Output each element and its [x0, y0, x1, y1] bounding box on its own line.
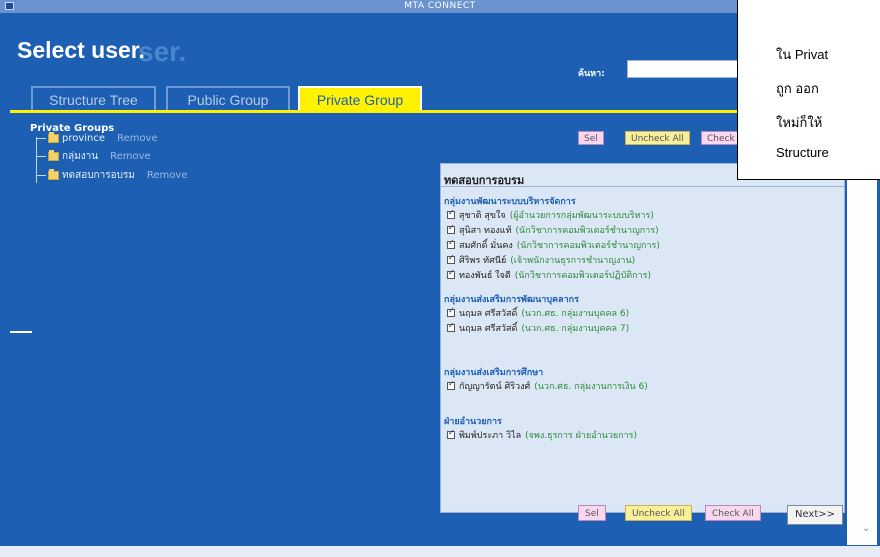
member-checkbox[interactable]: [447, 321, 455, 332]
member-name: สมศักดิ์ มั่นคง: [459, 241, 513, 251]
member-name: กัญญารัตน์ ศิริวงศ์: [459, 382, 531, 392]
member-checkbox[interactable]: [447, 268, 455, 279]
member-role: (นักวิชาการคอมพิวเตอร์ชำนาญการ): [516, 241, 660, 251]
remove-link[interactable]: Remove: [117, 133, 158, 144]
tree-branch-line: [36, 137, 46, 139]
member-name: สุชาติ สุขใจ: [459, 211, 506, 221]
group-label: กลุ่มงานส่งเสริมการศึกษา: [444, 368, 544, 378]
member-panel: ทดสอบการอบรม กลุ่มงานพัฒนาระบบบริหารจัดก…: [440, 163, 845, 513]
app-window: MTA CONNECT ser. Select user. ค้นหา: Str…: [0, 0, 880, 557]
help-tooltip: ใน Privat ถูก ออก ใหม่ก็ให้ Structure: [737, 0, 880, 180]
tooltip-line: ใหม่ก็ให้: [776, 115, 823, 130]
group-label: กลุ่มงานส่งเสริมการพัฒนาบุคลากร: [444, 295, 579, 305]
tree-branch-line: [36, 155, 46, 157]
member-checkbox[interactable]: [447, 306, 455, 317]
member-checkbox[interactable]: [447, 208, 455, 219]
status-strip: [0, 546, 880, 557]
tree-item-training[interactable]: ทดสอบการอบรม Remove: [36, 168, 188, 183]
uncheck-all-button[interactable]: Uncheck All: [625, 131, 690, 145]
tree-item-label[interactable]: province: [62, 133, 105, 144]
member-role: (ผู้อำนวยการกลุ่มพัฒนาระบบบริหาร): [509, 211, 654, 221]
tooltip-line: ใน Privat: [776, 47, 829, 62]
member-checkbox[interactable]: [447, 428, 455, 439]
tree-item-label[interactable]: ทดสอบการอบรม: [62, 168, 135, 183]
member-checkbox[interactable]: [447, 379, 455, 390]
member-name: พิมพ์ประภา วิไล: [459, 431, 522, 441]
member-role: (นวก.ศธ. กลุ่มงานบุคคล 6): [521, 309, 630, 319]
member-checkbox[interactable]: [447, 238, 455, 249]
window-menu-icon[interactable]: [5, 2, 14, 10]
page-title: Select user.: [17, 37, 145, 63]
tree-item-province[interactable]: province Remove: [36, 131, 158, 144]
member-row[interactable]: กัญญารัตน์ ศิริวงศ์ (นวก.ศธ. กลุ่มงานการ…: [447, 379, 648, 393]
search-input[interactable]: [627, 60, 747, 78]
search-label: ค้นหา:: [578, 69, 605, 79]
window-title: MTA CONNECT: [404, 1, 476, 11]
folder-icon: [48, 149, 59, 161]
member-checkbox[interactable]: [447, 253, 455, 264]
member-name: นฤมล ศรีสวัสดิ์: [459, 324, 518, 334]
panel-divider: [441, 186, 844, 187]
member-row[interactable]: ทองพันธ์ ใจดี (นักวิชาการคอมพิวเตอร์ปฏิบ…: [447, 268, 651, 282]
member-role: (นักวิชาการคอมพิวเตอร์ปฏิบัติการ): [514, 271, 652, 281]
member-role: (นวก.ศธ. กลุ่มงานการเงิน 6): [534, 382, 648, 392]
header-ghost-title: ser.: [138, 36, 187, 67]
member-name: สุนิสา ทองแท้: [459, 226, 512, 236]
check-all-button-bottom[interactable]: Check All: [705, 505, 761, 521]
member-role: (นักวิชาการคอมพิวเตอร์ชำนาญการ): [515, 226, 659, 236]
tab-private-group[interactable]: Private Group: [298, 86, 422, 110]
chevron-down-icon[interactable]: ⌄: [862, 523, 872, 534]
divider-mark: [10, 331, 32, 333]
group-label: กลุ่มงานพัฒนาระบบบริหารจัดการ: [444, 197, 576, 207]
folder-icon: [48, 168, 59, 180]
tab-structure-tree[interactable]: Structure Tree: [31, 86, 156, 110]
group-label: ฝ่ายอำนวยการ: [444, 417, 502, 427]
remove-link[interactable]: Remove: [147, 170, 188, 181]
member-name: ศิริพร ทัศนีย์: [459, 256, 507, 266]
tree-item-group[interactable]: กลุ่มงาน Remove: [36, 149, 151, 164]
remove-link[interactable]: Remove: [110, 151, 151, 162]
member-row[interactable]: พิมพ์ประภา วิไล (จพง.ธุรการ ฝ่ายอำนวยการ…: [447, 428, 637, 442]
tooltip-line: ถูก ออก: [776, 81, 819, 96]
member-role: (เจ้าพนักงานธุรการชำนาญงาน): [510, 256, 636, 266]
member-name: ทองพันธ์ ใจดี: [459, 271, 511, 281]
uncheck-all-button-bottom[interactable]: Uncheck All: [625, 505, 692, 521]
check-all-button[interactable]: Check: [701, 131, 741, 145]
select-button-bottom[interactable]: Sel: [578, 505, 606, 521]
member-role: (จพง.ธุรการ ฝ่ายอำนวยการ): [525, 431, 638, 441]
member-checkbox[interactable]: [447, 223, 455, 234]
member-row[interactable]: นฤมล ศรีสวัสดิ์ (นวก.ศธ. กลุ่มงานบุคคล 7…: [447, 321, 629, 335]
next-button[interactable]: Next>>: [787, 505, 843, 525]
tab-public-group[interactable]: Public Group: [166, 86, 290, 110]
select-button[interactable]: Sel: [578, 131, 604, 145]
member-row[interactable]: สมศักดิ์ มั่นคง (นักวิชาการคอมพิวเตอร์ชำ…: [447, 238, 660, 252]
member-row[interactable]: ศิริพร ทัศนีย์ (เจ้าพนักงานธุรการชำนาญงา…: [447, 253, 635, 267]
member-name: นฤมล ศรีสวัสดิ์: [459, 309, 518, 319]
member-row[interactable]: นฤมล ศรีสวัสดิ์ (นวก.ศธ. กลุ่มงานบุคคล 6…: [447, 306, 629, 320]
member-row[interactable]: สุนิสา ทองแท้ (นักวิชาการคอมพิวเตอร์ชำนา…: [447, 223, 659, 237]
folder-icon: [48, 131, 59, 143]
tree-item-label[interactable]: กลุ่มงาน: [62, 149, 98, 164]
member-row[interactable]: สุชาติ สุขใจ (ผู้อำนวยการกลุ่มพัฒนาระบบบ…: [447, 208, 654, 222]
tooltip-line: Structure: [776, 145, 829, 160]
tree-branch-line: [36, 174, 46, 176]
tab-underline: [10, 110, 747, 113]
member-role: (นวก.ศธ. กลุ่มงานบุคคล 7): [521, 324, 630, 334]
